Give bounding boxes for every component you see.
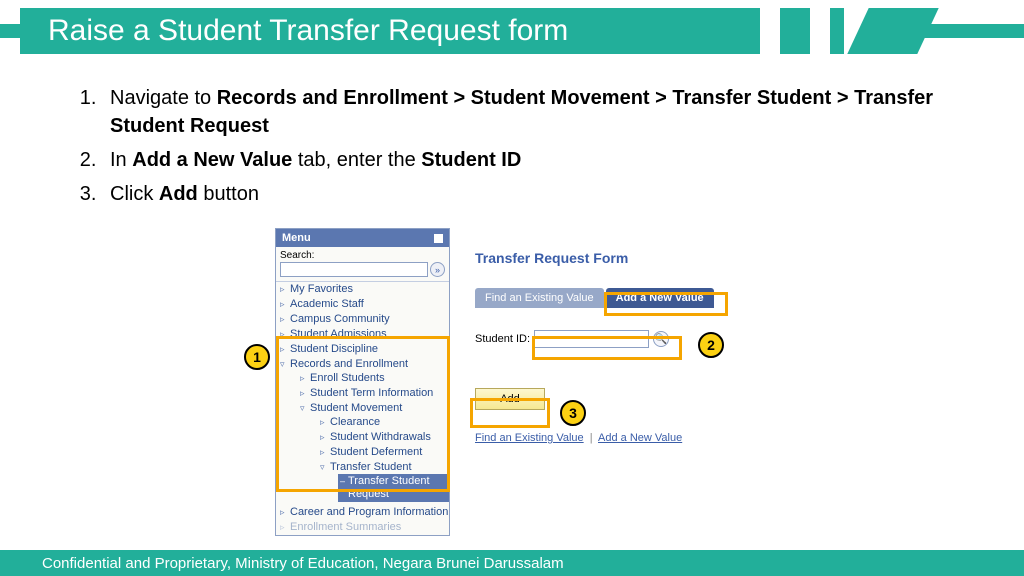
nav-career-program-info[interactable]: Career and Program Information <box>280 505 449 520</box>
minimize-icon[interactable] <box>434 234 443 243</box>
form-title: Transfer Request Form <box>475 250 714 266</box>
instruction-list: Navigate to Records and Enrollment > Stu… <box>64 84 984 214</box>
nav-records-enrollment[interactable]: Records and Enrollment Enroll Students S… <box>280 357 449 505</box>
search-go-icon[interactable]: » <box>430 262 445 277</box>
tab-find-existing[interactable]: Find an Existing Value <box>475 288 604 308</box>
add-button[interactable]: Add <box>475 388 545 410</box>
link-find-existing[interactable]: Find an Existing Value <box>475 432 584 444</box>
form-area: Transfer Request Form Find an Existing V… <box>475 250 714 444</box>
title-bar: Raise a Student Transfer Request form <box>0 8 1024 54</box>
student-id-row: Student ID: 🔍 <box>475 330 714 348</box>
callout-1: 1 <box>244 344 270 370</box>
nav-clearance[interactable]: Clearance <box>320 415 449 430</box>
menu-title: Menu <box>276 229 449 247</box>
nav-transfer-student[interactable]: Transfer Student Transfer Student Reques… <box>320 460 449 503</box>
nav-student-movement[interactable]: Student Movement Clearance Student Withd… <box>300 401 449 504</box>
step-2: In Add a New Value tab, enter the Studen… <box>102 146 984 174</box>
nav-campus-community[interactable]: Campus Community <box>280 312 449 327</box>
nav-enrollment-summaries[interactable]: Enrollment Summaries <box>280 520 449 535</box>
nav-student-admissions[interactable]: Student Admissions <box>280 327 449 342</box>
nav-student-deferment[interactable]: Student Deferment <box>320 445 449 460</box>
nav-enroll-students[interactable]: Enroll Students <box>300 371 449 386</box>
bottom-links: Find an Existing Value | Add a New Value <box>475 432 714 444</box>
link-add-new[interactable]: Add a New Value <box>598 432 682 444</box>
nav-student-discipline[interactable]: Student Discipline <box>280 342 449 357</box>
student-id-input[interactable] <box>534 330 649 348</box>
callout-2: 2 <box>698 332 724 358</box>
nav-transfer-student-request[interactable]: Transfer Student Request <box>338 474 449 502</box>
tab-add-new[interactable]: Add a New Value <box>606 288 714 308</box>
menu-pane: Menu Search: » My Favorites Academic Sta… <box>275 228 450 536</box>
search-input[interactable] <box>280 262 428 277</box>
footer: Confidential and Proprietary, Ministry o… <box>0 550 1024 576</box>
student-id-label: Student ID: <box>475 333 530 345</box>
step-3: Click Add button <box>102 180 984 208</box>
lookup-icon[interactable]: 🔍 <box>653 331 669 347</box>
nav-academic-staff[interactable]: Academic Staff <box>280 297 449 312</box>
nav-tree: My Favorites Academic Staff Campus Commu… <box>276 282 449 535</box>
nav-student-withdrawals[interactable]: Student Withdrawals <box>320 430 449 445</box>
callout-3: 3 <box>560 400 586 426</box>
nav-my-favorites[interactable]: My Favorites <box>280 282 449 297</box>
page-title: Raise a Student Transfer Request form <box>20 8 760 54</box>
app-screenshot: Menu Search: » My Favorites Academic Sta… <box>275 228 915 528</box>
tab-strip: Find an Existing Value Add a New Value <box>475 288 714 308</box>
search-label: Search: <box>280 250 314 261</box>
step-1: Navigate to Records and Enrollment > Stu… <box>102 84 984 140</box>
nav-student-term-info[interactable]: Student Term Information <box>300 386 449 401</box>
